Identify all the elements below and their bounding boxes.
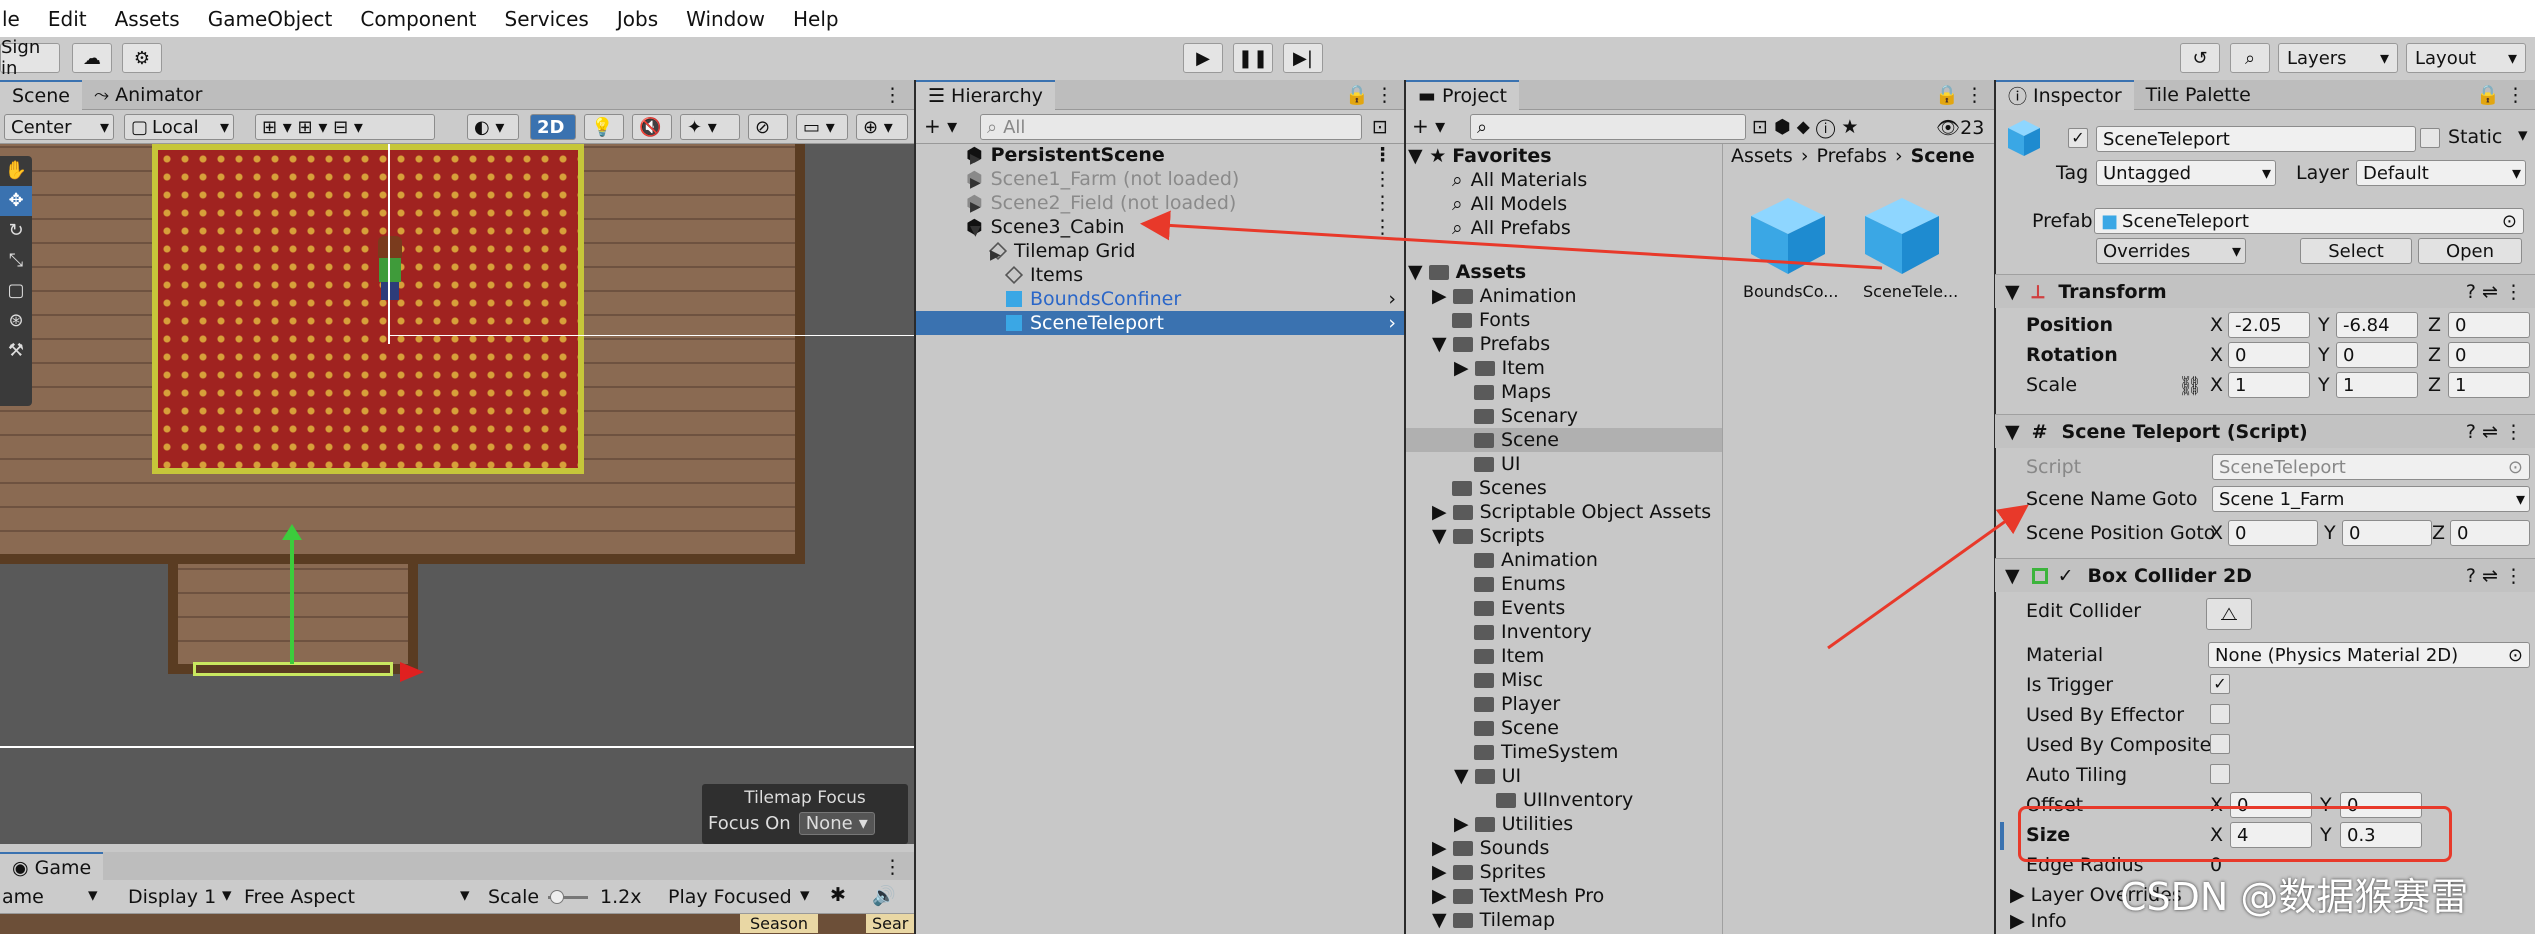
annotation-arrows: [1140, 210, 2029, 650]
watermark: CSDN @数据猴赛雷: [2120, 875, 2469, 919]
